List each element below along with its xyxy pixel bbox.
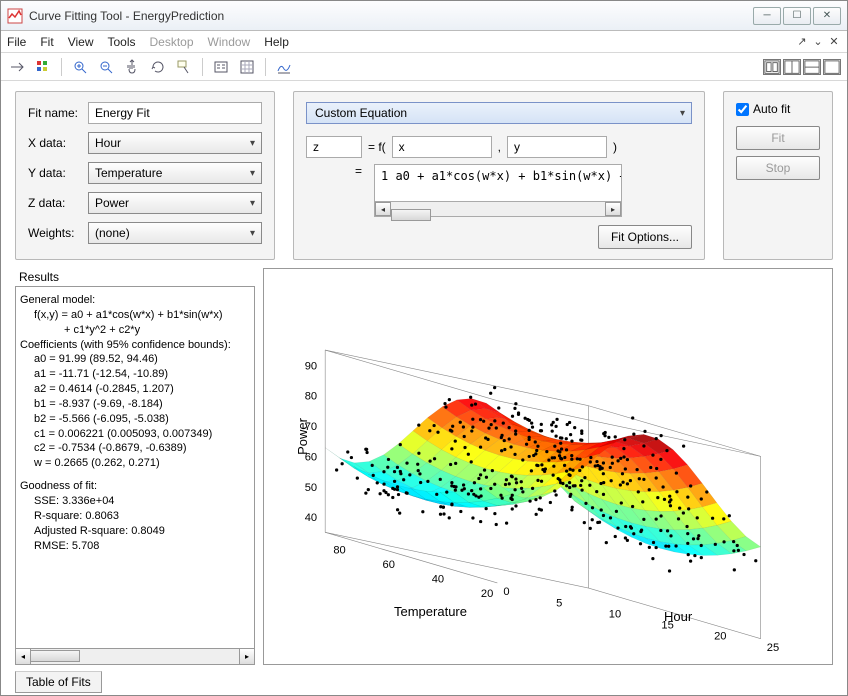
xdata-label: X data: <box>28 136 88 150</box>
maximize-button[interactable]: ☐ <box>783 7 811 25</box>
zvar-input[interactable] <box>306 136 362 158</box>
minimize-button[interactable]: ─ <box>753 7 781 25</box>
menu-window[interactable]: Window <box>208 35 251 49</box>
data-panel: Fit name: X data: Hour Y data: Temperatu… <box>15 91 275 260</box>
svg-text:80: 80 <box>333 545 345 557</box>
titlebar: Curve Fitting Tool - EnergyPrediction ─ … <box>1 1 847 31</box>
weights-label: Weights: <box>28 226 88 240</box>
plot-area[interactable]: 405060708090204060800510152025 Power Tem… <box>263 268 833 665</box>
scroll-left-icon[interactable]: ◂ <box>375 202 391 216</box>
app-window: Curve Fitting Tool - EnergyPrediction ─ … <box>0 0 848 696</box>
results-title: Results <box>15 268 255 286</box>
svg-text:0: 0 <box>503 586 509 598</box>
fit-button[interactable]: Fit <box>736 126 820 150</box>
zoom-in-icon[interactable] <box>70 57 90 77</box>
close-button[interactable]: ✕ <box>813 7 841 25</box>
pan-icon[interactable] <box>122 57 142 77</box>
rotate-icon[interactable] <box>148 57 168 77</box>
fittype-combo[interactable]: Custom Equation <box>306 102 692 124</box>
layout-2-icon[interactable] <box>783 59 801 75</box>
scroll-right-icon[interactable]: ▸ <box>239 648 255 665</box>
svg-text:60: 60 <box>383 559 395 571</box>
layout-4-icon[interactable] <box>823 59 841 75</box>
autofit-check-input[interactable] <box>736 103 749 116</box>
fit-name-label: Fit name: <box>28 106 88 120</box>
svg-text:50: 50 <box>305 482 317 494</box>
undock-icon[interactable]: ↗ <box>795 35 809 49</box>
eq-prefix: = <box>306 164 368 178</box>
menu-fit[interactable]: Fit <box>40 35 53 49</box>
results-panel: Results General model: f(x,y) = a0 + a1*… <box>15 268 255 665</box>
window-title: Curve Fitting Tool - EnergyPrediction <box>29 9 751 23</box>
f-suffix: ) <box>613 140 617 154</box>
surface-plot: 405060708090204060800510152025 <box>264 269 832 664</box>
close-pane-icon[interactable]: ✕ <box>827 35 841 49</box>
layout-buttons <box>763 59 841 75</box>
menubar: File Fit View Tools Desktop Window Help … <box>1 31 847 53</box>
datacursor-icon[interactable] <box>174 57 194 77</box>
svg-text:20: 20 <box>481 588 493 600</box>
layout-1-icon[interactable] <box>763 59 781 75</box>
svg-text:20: 20 <box>714 631 726 643</box>
pointer-icon[interactable] <box>7 57 27 77</box>
menu-help[interactable]: Help <box>264 35 289 49</box>
ydata-combo[interactable]: Temperature <box>88 162 262 184</box>
grid-icon[interactable] <box>237 57 257 77</box>
zdata-combo[interactable]: Power <box>88 192 262 214</box>
stop-button[interactable]: Stop <box>736 156 820 180</box>
ydata-label: Y data: <box>28 166 88 180</box>
svg-text:40: 40 <box>432 574 444 586</box>
svg-text:90: 90 <box>305 360 317 372</box>
dock-down-icon[interactable]: ⌄ <box>811 35 825 49</box>
x-axis-label: Hour <box>664 609 692 624</box>
svg-text:40: 40 <box>305 512 317 524</box>
toolbar <box>1 53 847 81</box>
autofit-panel: Auto fit Fit Stop <box>723 91 833 260</box>
bottom-tabs: Table of Fits <box>1 671 847 695</box>
menu-tools[interactable]: Tools <box>107 35 135 49</box>
zdata-label: Z data: <box>28 196 88 210</box>
residuals-icon[interactable] <box>274 57 294 77</box>
table-of-fits-tab[interactable]: Table of Fits <box>15 671 102 693</box>
scroll-thumb[interactable] <box>391 209 431 221</box>
scroll-thumb[interactable] <box>30 650 80 662</box>
y-axis-label: Temperature <box>394 604 467 619</box>
xdata-combo[interactable]: Hour <box>88 132 262 154</box>
fit-name-input[interactable] <box>88 102 262 124</box>
legend-icon[interactable] <box>211 57 231 77</box>
results-text[interactable]: General model: f(x,y) = a0 + a1*cos(w*x)… <box>15 286 255 649</box>
results-scrollbar[interactable]: ◂ ▸ <box>15 649 255 665</box>
svg-text:80: 80 <box>305 391 317 403</box>
menu-desktop[interactable]: Desktop <box>150 35 194 49</box>
svg-text:10: 10 <box>609 608 621 620</box>
weights-combo[interactable]: (none) <box>88 222 262 244</box>
z-axis-label: Power <box>295 418 310 455</box>
svg-text:5: 5 <box>556 597 562 609</box>
config-area: Fit name: X data: Hour Y data: Temperatu… <box>1 81 847 268</box>
zoom-out-icon[interactable] <box>96 57 116 77</box>
menu-file[interactable]: File <box>7 35 26 49</box>
equation-scrollbar[interactable]: ◂ ▸ <box>374 201 622 217</box>
scroll-right-icon[interactable]: ▸ <box>605 202 621 216</box>
autofit-checkbox[interactable]: Auto fit <box>736 102 820 116</box>
layout-3-icon[interactable] <box>803 59 821 75</box>
fittype-panel: Custom Equation = f( , ) = 1 a0 + a1*cos… <box>293 91 705 260</box>
f-prefix: = f( <box>368 140 386 154</box>
palette-icon[interactable] <box>33 57 53 77</box>
svg-text:25: 25 <box>767 642 779 654</box>
scroll-left-icon[interactable]: ◂ <box>15 648 31 665</box>
equation-input[interactable]: 1 a0 + a1*cos(w*x) + b1*sin(w*x) + a2*co <box>374 164 622 202</box>
app-icon <box>7 8 23 24</box>
yvar-input[interactable] <box>507 136 607 158</box>
comma: , <box>498 140 501 154</box>
fit-options-button[interactable]: Fit Options... <box>598 225 692 249</box>
main-area: Results General model: f(x,y) = a0 + a1*… <box>1 268 847 671</box>
menu-view[interactable]: View <box>68 35 94 49</box>
xvar-input[interactable] <box>392 136 492 158</box>
